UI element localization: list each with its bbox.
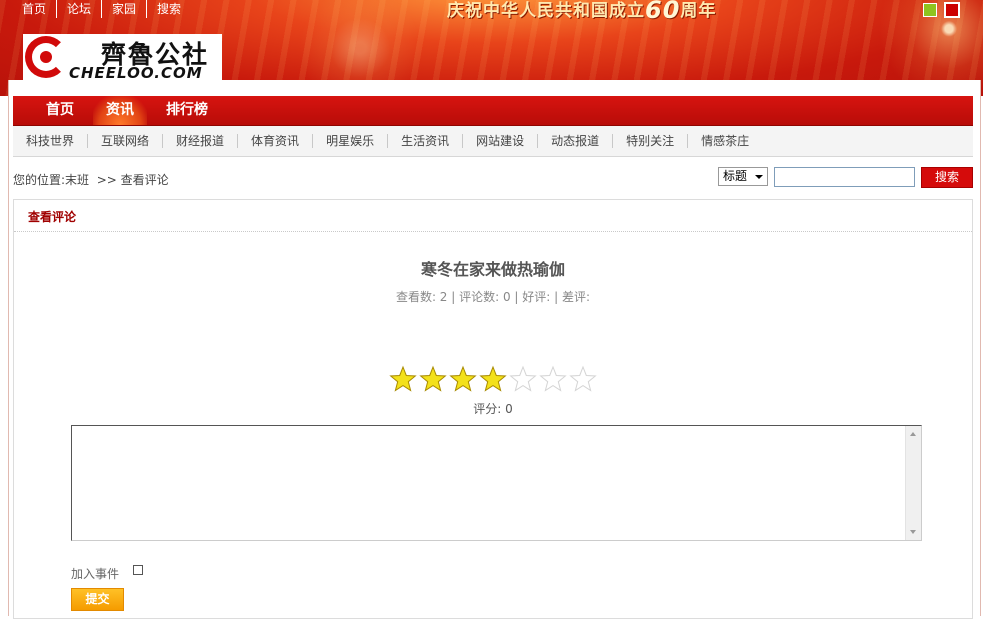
celebration-number: 60 xyxy=(645,0,681,24)
comment-textarea[interactable] xyxy=(71,425,922,541)
scroll-up-icon[interactable] xyxy=(910,432,916,436)
logo-ring-icon xyxy=(25,36,67,78)
skin-red-button[interactable] xyxy=(944,2,960,18)
skin-green-button[interactable] xyxy=(923,3,937,17)
breadcrumb-current: 查看评论 xyxy=(120,173,169,187)
comment-panel: 查看评论 寒冬在家来做热瑜伽 查看数: 2 | 评论数: 0 | 好评: | 差… xyxy=(13,199,973,619)
top-link-home-space[interactable]: 家园 xyxy=(102,0,148,18)
add-event-label: 加入事件 xyxy=(71,567,120,581)
sub-nav: 科技世界 互联网络 财经报道 体育资讯 明星娱乐 生活资讯 网站建设 动态报道 … xyxy=(13,126,973,157)
article-stats: 查看数: 2 | 评论数: 0 | 好评: | 差评: xyxy=(395,290,591,304)
celebration-slogan: 庆祝中华人民共和国成立60周年 xyxy=(447,0,716,22)
rating-stars xyxy=(388,364,598,394)
textarea-scrollbar[interactable] xyxy=(905,426,921,540)
star-empty-icon[interactable] xyxy=(508,364,538,394)
sub-nav-web-building[interactable]: 网站建设 xyxy=(463,134,539,148)
panel-title: 查看评论 xyxy=(28,210,77,224)
sub-nav-finance[interactable]: 财经报道 xyxy=(163,134,239,148)
star-filled-icon[interactable] xyxy=(448,364,478,394)
star-filled-icon[interactable] xyxy=(388,364,418,394)
scroll-down-icon[interactable] xyxy=(910,530,916,534)
breadcrumb-prefix: 您的位置: xyxy=(13,173,66,187)
panel-divider xyxy=(14,231,972,232)
sub-nav-sports[interactable]: 体育资讯 xyxy=(238,134,314,148)
search-button[interactable]: 搜索 xyxy=(921,167,973,188)
dropdown-arrow-icon xyxy=(755,175,763,179)
main-nav-home[interactable]: 首页 xyxy=(33,96,87,125)
site-logo[interactable]: 齊魯公社 CHEELOO.COM xyxy=(23,34,222,82)
sub-nav-dynamic[interactable]: 动态报道 xyxy=(538,134,614,148)
star-empty-icon[interactable] xyxy=(568,364,598,394)
celebration-text: 庆祝中华人民共和国成立 xyxy=(447,1,645,21)
search-field-select[interactable]: 标题 xyxy=(718,167,768,186)
top-link-forum[interactable]: 论坛 xyxy=(57,0,103,18)
article-title: 寒冬在家来做热瑜伽 xyxy=(420,260,565,279)
add-event-checkbox[interactable] xyxy=(133,565,143,575)
search-field-value: 标题 xyxy=(723,169,748,183)
sub-nav-emotion[interactable]: 情感茶庄 xyxy=(688,134,762,148)
celebration-suffix: 周年 xyxy=(680,1,717,21)
star-filled-icon[interactable] xyxy=(478,364,508,394)
star-filled-icon[interactable] xyxy=(418,364,448,394)
top-links: 首页 论坛 家园 搜索 xyxy=(12,0,191,18)
sub-nav-special[interactable]: 特别关注 xyxy=(613,134,689,148)
main-nav: 首页 资讯 排行榜 xyxy=(13,96,973,126)
top-link-home[interactable]: 首页 xyxy=(12,0,58,18)
top-link-search[interactable]: 搜索 xyxy=(147,0,191,18)
sub-nav-tech[interactable]: 科技世界 xyxy=(13,134,89,148)
logo-english-name: CHEELOO.COM xyxy=(69,64,203,82)
star-empty-icon[interactable] xyxy=(538,364,568,394)
breadcrumb: 您的位置:末班 >> 查看评论 xyxy=(13,171,169,188)
search-input[interactable] xyxy=(774,167,915,187)
sub-nav-life[interactable]: 生活资讯 xyxy=(388,134,464,148)
breadcrumb-separator: >> xyxy=(96,173,117,187)
submit-button[interactable]: 提交 xyxy=(71,588,124,611)
sub-nav-entertainment[interactable]: 明星娱乐 xyxy=(313,134,389,148)
main-nav-ranking[interactable]: 排行榜 xyxy=(153,96,221,125)
sub-nav-internet[interactable]: 互联网络 xyxy=(88,134,164,148)
rating-score: 评分: 0 xyxy=(473,402,513,416)
breadcrumb-site-link[interactable]: 末班 xyxy=(65,173,89,187)
main-nav-news[interactable]: 资讯 xyxy=(93,96,147,125)
